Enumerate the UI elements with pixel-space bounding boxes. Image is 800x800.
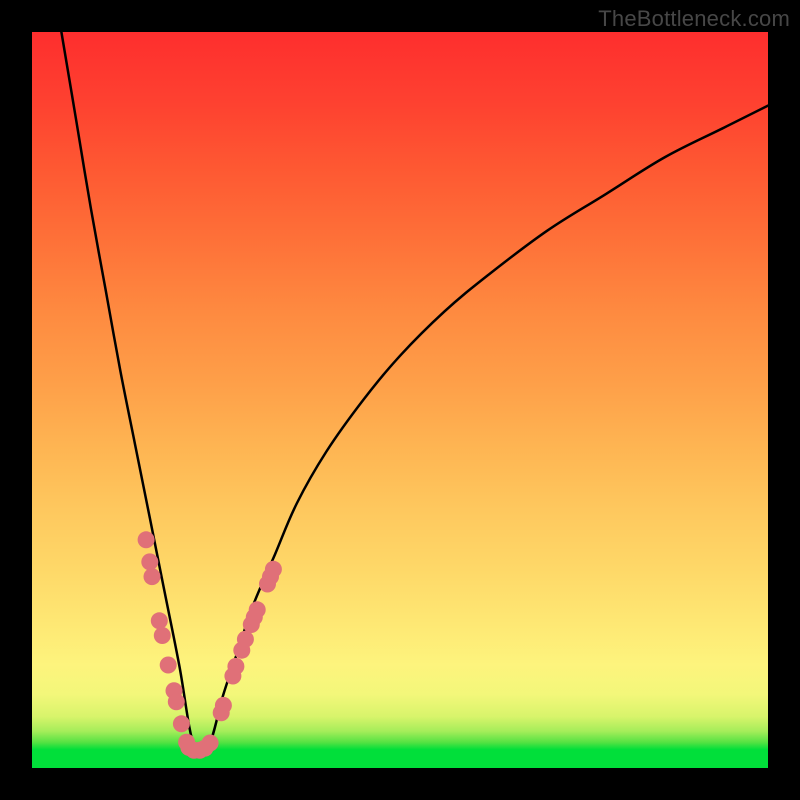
plot-area xyxy=(32,32,768,768)
highlight-dot xyxy=(249,601,266,618)
highlight-dot xyxy=(265,561,282,578)
highlight-dot xyxy=(227,658,244,675)
highlight-dot xyxy=(202,735,219,752)
chart-frame: TheBottleneck.com xyxy=(0,0,800,800)
highlight-dot xyxy=(154,627,171,644)
watermark-text: TheBottleneck.com xyxy=(598,6,790,32)
highlight-dot xyxy=(168,693,185,710)
highlight-dot xyxy=(160,657,177,674)
highlight-dot xyxy=(237,631,254,648)
highlight-dot xyxy=(151,612,168,629)
highlight-dot xyxy=(141,553,158,570)
highlight-dot xyxy=(144,568,161,585)
highlight-dot xyxy=(215,697,232,714)
curve-layer xyxy=(32,32,768,768)
bottleneck-curve xyxy=(61,32,768,755)
highlight-dot xyxy=(138,531,155,548)
highlight-dot xyxy=(173,715,190,732)
